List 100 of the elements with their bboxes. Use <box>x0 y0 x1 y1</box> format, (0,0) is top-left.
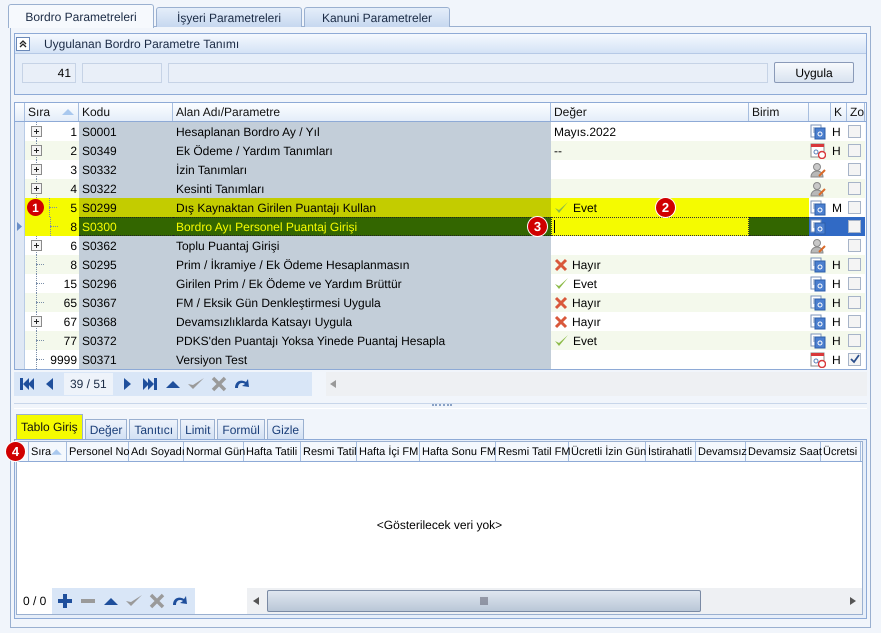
column-header[interactable]: Resmi Tatil FM <box>496 442 569 461</box>
table-cell[interactable]: 4 <box>25 179 79 198</box>
horizontal-scrollbar[interactable] <box>247 588 862 614</box>
scroll-right-icon[interactable] <box>850 597 856 605</box>
table-cell[interactable]: 65 <box>25 293 79 312</box>
checkbox[interactable] <box>848 201 861 214</box>
checkbox[interactable] <box>848 125 861 138</box>
column-header[interactable]: Zo <box>847 103 865 121</box>
expand-icon[interactable] <box>31 316 42 327</box>
column-header[interactable]: Sıra <box>29 442 67 461</box>
callout-badge: 4 <box>6 442 25 461</box>
column-header[interactable]: Ücretli İzin Gün <box>569 442 646 461</box>
checkbox[interactable] <box>848 220 861 233</box>
column-header[interactable]: Adı Soyadı <box>129 442 184 461</box>
checkbox[interactable] <box>848 258 861 271</box>
splitter[interactable] <box>14 403 867 409</box>
user-edit-icon[interactable] <box>810 180 826 196</box>
column-header[interactable]: Normal Gün <box>184 442 244 461</box>
column-header[interactable]: Değer <box>551 103 749 121</box>
column-header[interactable]: Kodu <box>79 103 173 121</box>
document-icon[interactable] <box>810 218 826 234</box>
apply-button[interactable]: Uygula <box>774 62 854 83</box>
table-cell[interactable]: 1 <box>25 122 79 141</box>
table-cell[interactable]: 6 <box>25 236 79 255</box>
column-header[interactable]: Hafta İçi FM <box>357 442 420 461</box>
column-header[interactable]: Alan Adı/Parametre <box>173 103 551 121</box>
table-cell[interactable]: 77 <box>25 331 79 350</box>
checkbox[interactable] <box>848 277 861 290</box>
document-icon[interactable] <box>810 124 826 140</box>
table-cell[interactable]: 67 <box>25 312 79 331</box>
checkbox[interactable] <box>848 353 861 366</box>
document-icon[interactable] <box>810 294 826 310</box>
first-icon[interactable] <box>18 376 36 392</box>
add-icon[interactable] <box>56 593 74 609</box>
column-header[interactable]: K <box>831 103 847 121</box>
scroll-left-icon[interactable] <box>253 597 260 605</box>
document-icon[interactable] <box>810 276 826 292</box>
scroll-thumb[interactable] <box>267 590 702 612</box>
tab[interactable]: Gizle <box>266 419 304 439</box>
column-header[interactable]: Birim <box>749 103 809 121</box>
checkbox[interactable] <box>848 239 861 252</box>
calendar-icon[interactable] <box>810 142 826 158</box>
column-header[interactable]: İstirahatli <box>646 442 696 461</box>
expand-icon[interactable] <box>31 145 42 156</box>
cross-icon <box>554 314 568 328</box>
column-header[interactable]: Devamsız <box>696 442 746 461</box>
expand-icon[interactable] <box>31 240 42 251</box>
value-text: Mayıs.2022 <box>554 124 616 138</box>
checkbox[interactable] <box>848 315 861 328</box>
column-header[interactable]: Devamsiz Saat <box>746 442 821 461</box>
column-header[interactable]: Personel No <box>67 442 129 461</box>
table-cell[interactable]: 8 <box>25 255 79 274</box>
document-icon[interactable] <box>810 332 826 348</box>
input-field[interactable] <box>82 62 162 82</box>
checkbox[interactable] <box>848 144 861 157</box>
document-icon[interactable] <box>810 256 826 272</box>
column-header[interactable]: Ücretsi <box>821 442 861 461</box>
column-header[interactable]: Resmi Tatil <box>301 442 357 461</box>
table-cell[interactable]: 8 <box>25 217 79 236</box>
table-cell: Dış Kaynaktan Girilen Puantajı Kullan <box>173 198 551 217</box>
column-header[interactable]: Sıra <box>25 103 79 121</box>
table-cell: H <box>831 255 847 274</box>
tab[interactable]: Kanuni Parametreler <box>304 7 450 27</box>
checkbox[interactable] <box>848 163 861 176</box>
table-cell[interactable]: 9999 <box>25 350 79 369</box>
column-header[interactable]: Hafta Sonu FM <box>420 442 496 461</box>
last-icon[interactable] <box>140 376 159 392</box>
checkbox[interactable] <box>848 182 861 195</box>
input-field[interactable] <box>168 62 768 82</box>
table-cell[interactable]: 2 <box>25 141 79 160</box>
tab[interactable]: Limit <box>180 419 216 439</box>
table-cell: H <box>831 293 847 312</box>
table-cell[interactable]: 1 5 <box>25 198 79 217</box>
collapse-icon[interactable] <box>16 36 30 50</box>
table-cell[interactable]: 15 <box>25 274 79 293</box>
calendar-icon[interactable] <box>810 352 826 368</box>
horizontal-scrollbar[interactable] <box>326 372 867 396</box>
order-number: 8 <box>70 258 78 272</box>
checkbox[interactable] <box>848 296 861 309</box>
group-title: Uygulanan Bordro Parametre Tanımı <box>44 36 240 50</box>
table-cell[interactable]: 3 <box>25 160 79 179</box>
user-edit-icon[interactable] <box>810 238 826 254</box>
document-icon[interactable] <box>810 314 826 330</box>
checkbox[interactable] <box>848 334 861 347</box>
table-cell: Girilen Prim / Ek Ödeme ve Yardım Brüttür <box>173 274 551 293</box>
document-icon[interactable] <box>810 200 826 216</box>
tab[interactable]: İşyeri Parametreleri <box>156 7 302 27</box>
tab[interactable]: Bordro Parametreleri <box>8 4 154 28</box>
user-edit-icon[interactable] <box>810 162 826 178</box>
expand-icon[interactable] <box>31 164 42 175</box>
tab[interactable]: Tablo Giriş <box>16 414 83 439</box>
callout-badge: 2 <box>656 198 675 217</box>
tab[interactable]: Formül <box>217 419 265 439</box>
expand-icon[interactable] <box>31 183 42 194</box>
tab[interactable]: Değer <box>84 419 128 439</box>
tab[interactable]: Tanıtıcı <box>129 419 178 439</box>
value-editor[interactable] <box>551 217 749 236</box>
expand-icon[interactable] <box>31 126 42 137</box>
column-header[interactable]: Hafta Tatili <box>244 442 301 461</box>
number-field[interactable]: 41 <box>22 62 76 82</box>
